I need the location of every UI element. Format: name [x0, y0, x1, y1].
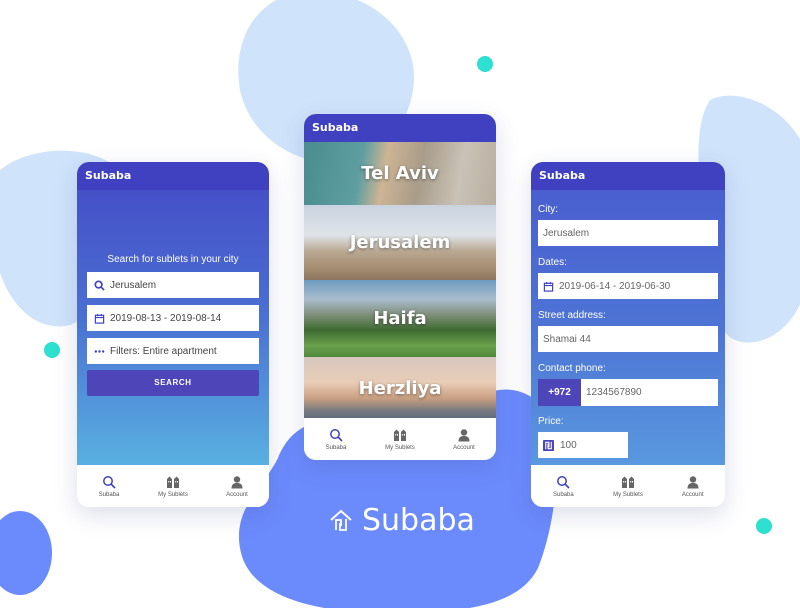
- city-card-herzliya[interactable]: Herzliya: [304, 357, 496, 420]
- search-icon: [103, 475, 116, 489]
- tab-label: Account: [681, 491, 704, 498]
- dates-input[interactable]: 2019-06-14 - 2019-06-30: [538, 273, 718, 299]
- city-value: Jerusalem: [543, 227, 590, 239]
- search-icon: [557, 475, 570, 489]
- shekel-icon: [543, 439, 554, 451]
- brand-name: Subaba: [362, 503, 475, 538]
- buildings-icon: [167, 476, 179, 488]
- city-card-haifa[interactable]: Haifa: [304, 280, 496, 357]
- app-bar-title: Subaba: [77, 162, 269, 190]
- dates-input[interactable]: 2019-08-13 - 2019-08-14: [87, 305, 259, 331]
- price-label: Price:: [538, 416, 564, 427]
- street-value: Shamai 44: [543, 333, 591, 345]
- background-blob-bottom-left: [0, 511, 52, 595]
- tab-label: My Sublets: [613, 491, 643, 498]
- tab-label: Account: [226, 491, 248, 498]
- tab-label: Subaba: [98, 491, 120, 498]
- tab-label: My Sublets: [158, 491, 188, 498]
- user-icon: [687, 475, 699, 488]
- search-heading: Search for sublets in your city: [107, 254, 239, 265]
- bottom-tab-bar: Subaba My Sublets Account: [531, 465, 725, 507]
- tab-label: Subaba: [325, 444, 347, 451]
- phone-search-screen: Subaba Search for sublets in your city J…: [77, 162, 269, 507]
- price-input[interactable]: 100: [538, 432, 628, 458]
- street-label: Street address:: [538, 310, 606, 321]
- city-input[interactable]: Jerusalem: [538, 220, 718, 246]
- tab-label: Account: [453, 444, 475, 451]
- sublet-form: City: Jerusalem Dates: 2019-06-14 - 2019…: [531, 190, 725, 465]
- search-panel: Search for sublets in your city Jerusale…: [77, 190, 269, 465]
- tab-account[interactable]: Account: [205, 465, 269, 507]
- calendar-icon: [93, 312, 105, 324]
- city-name: Tel Aviv: [361, 163, 439, 184]
- search-icon: [93, 279, 105, 291]
- phone-form-screen: Subaba City: Jerusalem Dates: 2019-06-14…: [531, 162, 725, 507]
- app-bar-title: Subaba: [304, 114, 496, 142]
- accent-dot: [477, 56, 493, 72]
- buildings-icon: [622, 476, 634, 488]
- tab-label: My Sublets: [385, 444, 415, 451]
- dates-label: Dates:: [538, 257, 567, 268]
- tab-subaba[interactable]: Subaba: [531, 465, 596, 507]
- filters-value: Filters: Entire apartment: [110, 345, 217, 357]
- accent-dot: [756, 518, 772, 534]
- search-icon: [330, 428, 343, 442]
- house-shekel-icon: [330, 509, 352, 531]
- calendar-icon: [543, 281, 554, 292]
- tab-my-sublets[interactable]: My Sublets: [141, 465, 205, 507]
- bottom-tab-bar: Subaba My Sublets Account: [77, 465, 269, 507]
- buildings-icon: [394, 429, 406, 441]
- tab-account[interactable]: Account: [660, 465, 725, 507]
- tab-label: Subaba: [552, 491, 574, 498]
- city-search-input[interactable]: Jerusalem: [87, 272, 259, 298]
- city-name: Herzliya: [358, 378, 442, 399]
- more-dots-icon: [93, 345, 105, 357]
- city-name: Jerusalem: [349, 232, 451, 253]
- brand-logo: Subaba: [328, 503, 475, 538]
- city-search-value: Jerusalem: [110, 279, 157, 291]
- accent-dot: [44, 342, 60, 358]
- city-card-tel-aviv[interactable]: Tel Aviv: [304, 142, 496, 205]
- tab-my-sublets[interactable]: My Sublets: [368, 418, 432, 460]
- dates-value: 2019-06-14 - 2019-06-30: [559, 280, 671, 292]
- user-icon: [458, 428, 470, 441]
- phone-prefix[interactable]: +972: [538, 379, 581, 406]
- tab-account[interactable]: Account: [432, 418, 496, 460]
- dates-value: 2019-08-13 - 2019-08-14: [110, 312, 222, 324]
- tab-subaba[interactable]: Subaba: [304, 418, 368, 460]
- city-card-jerusalem[interactable]: Jerusalem: [304, 205, 496, 280]
- tab-my-sublets[interactable]: My Sublets: [596, 465, 661, 507]
- bottom-tab-bar: Subaba My Sublets Account: [304, 418, 496, 460]
- phone-cities-screen: Subaba Tel Aviv Jerusalem Haifa Herzliya…: [304, 114, 496, 460]
- phone-label: Contact phone:: [538, 363, 606, 374]
- search-button[interactable]: SEARCH: [87, 370, 259, 396]
- app-bar-title: Subaba: [531, 162, 725, 190]
- user-icon: [231, 475, 243, 488]
- phone-value: 1234567890: [586, 387, 642, 398]
- price-value: 100: [560, 439, 577, 451]
- street-input[interactable]: Shamai 44: [538, 326, 718, 352]
- tab-subaba[interactable]: Subaba: [77, 465, 141, 507]
- filters-input[interactable]: Filters: Entire apartment: [87, 338, 259, 364]
- phone-input[interactable]: +972 1234567890: [538, 379, 718, 406]
- city-label: City:: [538, 204, 558, 215]
- city-name: Haifa: [373, 308, 427, 329]
